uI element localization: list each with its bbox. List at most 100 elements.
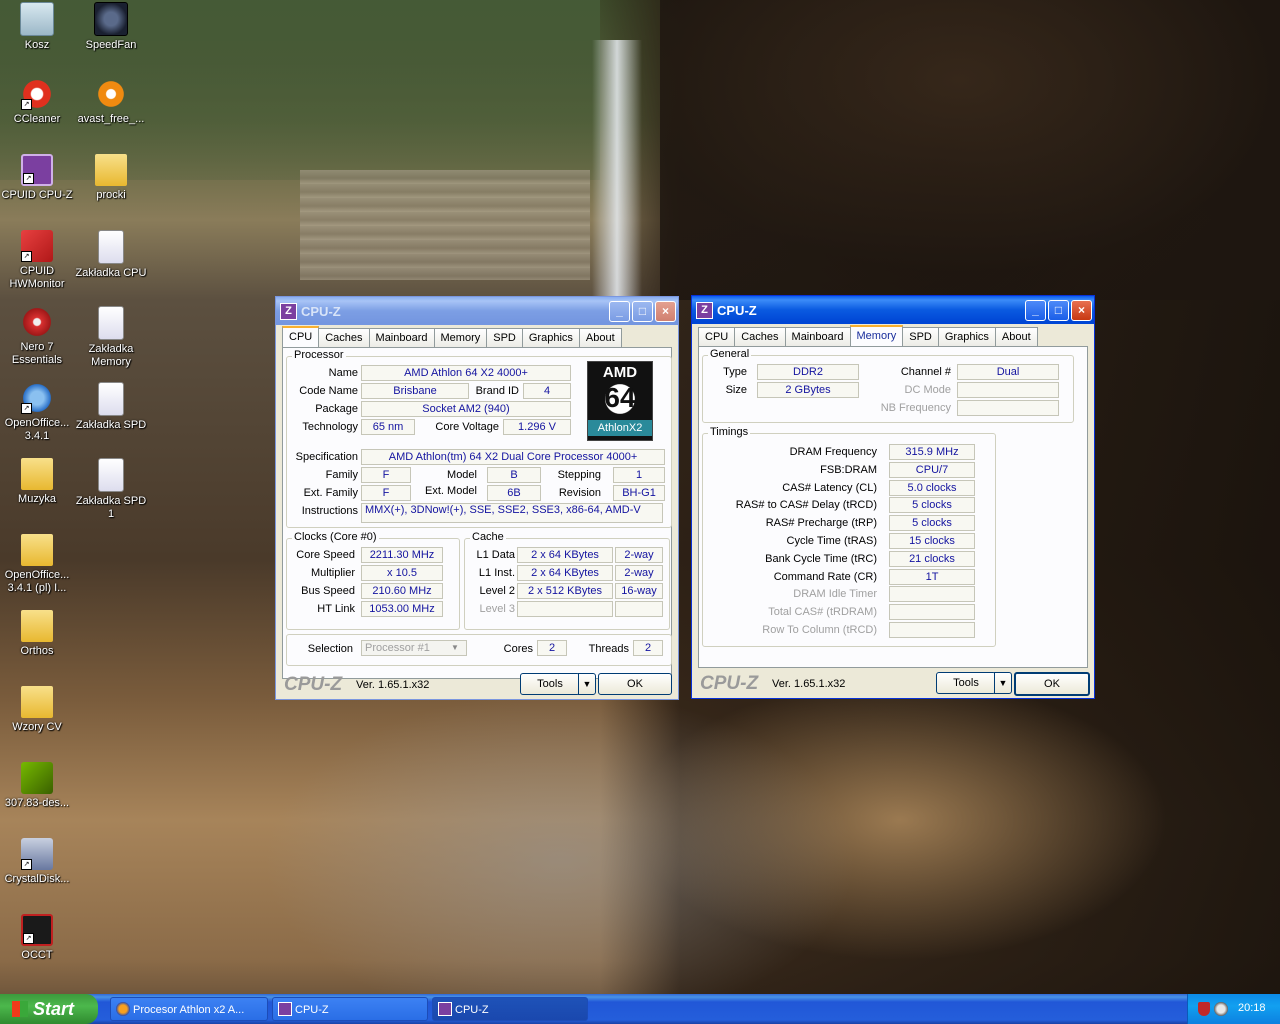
desktop-icon-openoffice-pl[interactable]: OpenOffice... 3.4.1 (pl) I... <box>0 534 74 595</box>
desktop-icon-orthos[interactable]: Orthos <box>0 610 74 658</box>
tab-cpu[interactable]: CPU <box>282 326 320 349</box>
desktop-icon-avast[interactable]: avast_free_... <box>74 78 148 126</box>
desktop-icon-label: 307.83-des... <box>4 797 70 809</box>
maximize-button[interactable]: □ <box>1048 299 1069 321</box>
desktop-icon-recycle-bin[interactable]: Kosz <box>0 2 74 52</box>
tab-graphics[interactable]: Graphics <box>937 327 996 347</box>
ok-button[interactable]: OK <box>1014 672 1090 696</box>
tab-about[interactable]: About <box>578 328 622 348</box>
maximize-button[interactable]: □ <box>632 300 653 322</box>
ok-button[interactable]: OK <box>598 673 672 695</box>
start-label: Start <box>33 999 75 1019</box>
threads-value: 2 <box>633 640 663 656</box>
shield-icon[interactable] <box>1198 1002 1210 1016</box>
tab-caches[interactable]: Caches <box>318 328 370 348</box>
tab-graphics[interactable]: Graphics <box>521 328 580 348</box>
start-button[interactable]: Start <box>0 994 98 1024</box>
size-label: Size <box>725 384 747 396</box>
desktop-icon-nvidia-driver[interactable]: 307.83-des... <box>0 762 74 810</box>
timing-label: CAS# Latency (CL) <box>782 481 877 494</box>
level2-assoc: 16-way <box>615 583 663 599</box>
desktop-icon-label: OCCT <box>21 949 53 961</box>
desktop-icon-crystaldisk[interactable]: ↗ CrystalDisk... <box>0 838 74 886</box>
title-bar[interactable]: Z CPU-Z _ □ × <box>276 297 678 325</box>
taskbar-item-cpuz-2[interactable]: CPU-Z <box>432 997 588 1021</box>
clock[interactable]: 20:18 <box>1238 1002 1266 1014</box>
timing-label: FSB:DRAM <box>820 463 877 476</box>
desktop-icon-label: Nero 7 Essentials <box>11 341 63 366</box>
minimize-button[interactable]: _ <box>609 300 630 322</box>
desktop-icon-zakladka-cpu[interactable]: Zakładka CPU <box>74 230 148 280</box>
tab-caches[interactable]: Caches <box>734 327 786 347</box>
tools-button[interactable]: Tools <box>520 673 580 695</box>
desktop-icon-label: Wzory CV <box>12 721 62 733</box>
folder-icon <box>21 686 53 718</box>
title-bar[interactable]: Z CPU-Z _ □ × <box>692 296 1094 324</box>
multiplier-value: x 10.5 <box>361 565 443 581</box>
tab-memory[interactable]: Memory <box>849 325 904 348</box>
wallpaper-cliff <box>300 170 590 280</box>
tab-mainboard[interactable]: Mainboard <box>784 327 851 347</box>
bus-speed-value: 210.60 MHz <box>361 583 443 599</box>
window-footer: CPU-Z Ver. 1.65.1.x32 Tools ▼ OK <box>692 668 1094 698</box>
desktop-icon-hwmonitor[interactable]: ↗ CPUID HWMonitor <box>0 230 74 291</box>
close-button[interactable]: × <box>655 300 676 322</box>
folder-icon <box>21 610 53 642</box>
processor-select-value: Processor #1 <box>365 642 430 654</box>
desktop-icon-speedfan[interactable]: SpeedFan <box>74 2 148 52</box>
tab-mainboard[interactable]: Mainboard <box>368 328 435 348</box>
windows-logo-icon <box>12 1001 28 1017</box>
amd-athlon-logo: AMD 64 AthlonX2 <box>587 361 653 441</box>
tools-dropdown-icon[interactable]: ▼ <box>994 672 1012 694</box>
taskbar-item-cpuz-1[interactable]: CPU-Z <box>272 997 428 1021</box>
timing-label: RAS# Precharge (tRP) <box>765 517 877 530</box>
timings-group: Timings DRAM Frequency 315.9 MHz FSB:DRAM C… <box>702 426 996 647</box>
processor-group: Processor Name AMD Athlon 64 X2 4000+ Co… <box>286 349 672 528</box>
cpuz-window-cpu[interactable]: Z CPU-Z _ □ × CPU Caches Mainboard Memor… <box>275 296 679 700</box>
desktop-icon-nero[interactable]: Nero 7 Essentials <box>0 306 74 367</box>
desktop-icon-ccleaner[interactable]: ↗ CCleaner <box>0 78 74 126</box>
desktop-icon-zakladka-spd[interactable]: Zakładka SPD <box>74 382 148 432</box>
close-button[interactable]: × <box>1071 299 1092 321</box>
tools-button[interactable]: Tools <box>936 672 996 694</box>
dc-mode-value <box>957 382 1059 398</box>
selection-label: Selection <box>307 643 353 655</box>
desktop-icon-wzory-cv[interactable]: Wzory CV <box>0 686 74 734</box>
desktop-icon-zakladka-memory[interactable]: Zakładka Memory <box>74 306 148 369</box>
desktop-icon-muzyka[interactable]: Muzyka <box>0 458 74 506</box>
taskbar-item-firefox[interactable]: Procesor Athlon x2 A... <box>110 997 268 1021</box>
shortcut-arrow-icon: ↗ <box>21 99 32 110</box>
nvidia-icon <box>21 762 53 794</box>
processor-select[interactable]: Processor #1 ▼ <box>361 640 467 656</box>
nb-frequency-label: NB Frequency <box>880 402 951 414</box>
size-value: 2 GBytes <box>757 382 859 398</box>
wallpaper-waterfall <box>592 40 642 300</box>
tools-dropdown-icon[interactable]: ▼ <box>578 673 596 695</box>
cpuz-icon <box>278 1002 292 1016</box>
desktop-icon-occt[interactable]: ↗ OCCT <box>0 914 74 962</box>
shortcut-arrow-icon: ↗ <box>21 859 32 870</box>
desktop-icon-label: OpenOffice... 3.4.1 <box>4 417 70 442</box>
desktop-icon-zakladka-spd-1[interactable]: Zakładka SPD 1 <box>74 458 148 521</box>
tab-strip: CPU Caches Mainboard Memory SPD Graphics… <box>282 326 672 349</box>
desktop-icon-label: OpenOffice... 3.4.1 (pl) I... <box>4 569 70 594</box>
desktop-icon-openoffice[interactable]: ↗ OpenOffice... 3.4.1 <box>0 382 74 443</box>
desktop-icon-cpuz[interactable]: ↗ CPUID CPU-Z <box>0 154 74 202</box>
tab-spd[interactable]: SPD <box>486 328 523 348</box>
tab-cpu[interactable]: CPU <box>698 327 736 347</box>
ccleaner-icon: ↗ <box>21 78 53 110</box>
l1-data-value: 2 x 64 KBytes <box>517 547 613 563</box>
minimize-button[interactable]: _ <box>1025 299 1046 321</box>
l1-inst-value: 2 x 64 KBytes <box>517 565 613 581</box>
tab-spd[interactable]: SPD <box>902 327 939 347</box>
tab-memory[interactable]: Memory <box>433 328 488 348</box>
timing-label: Total CAS# (tRDRAM) <box>768 606 877 619</box>
tab-about[interactable]: About <box>994 327 1038 347</box>
desktop-icon-procki[interactable]: procki <box>74 154 148 202</box>
volume-icon[interactable] <box>1214 1002 1228 1016</box>
level2-label: Level 2 <box>479 585 515 597</box>
cpuz-window-memory[interactable]: Z CPU-Z _ □ × CPU Caches Mainboard Memor… <box>691 295 1095 699</box>
l1-inst-assoc: 2-way <box>615 565 663 581</box>
group-legend: Timings <box>708 426 751 438</box>
channel-value: Dual <box>957 364 1059 380</box>
